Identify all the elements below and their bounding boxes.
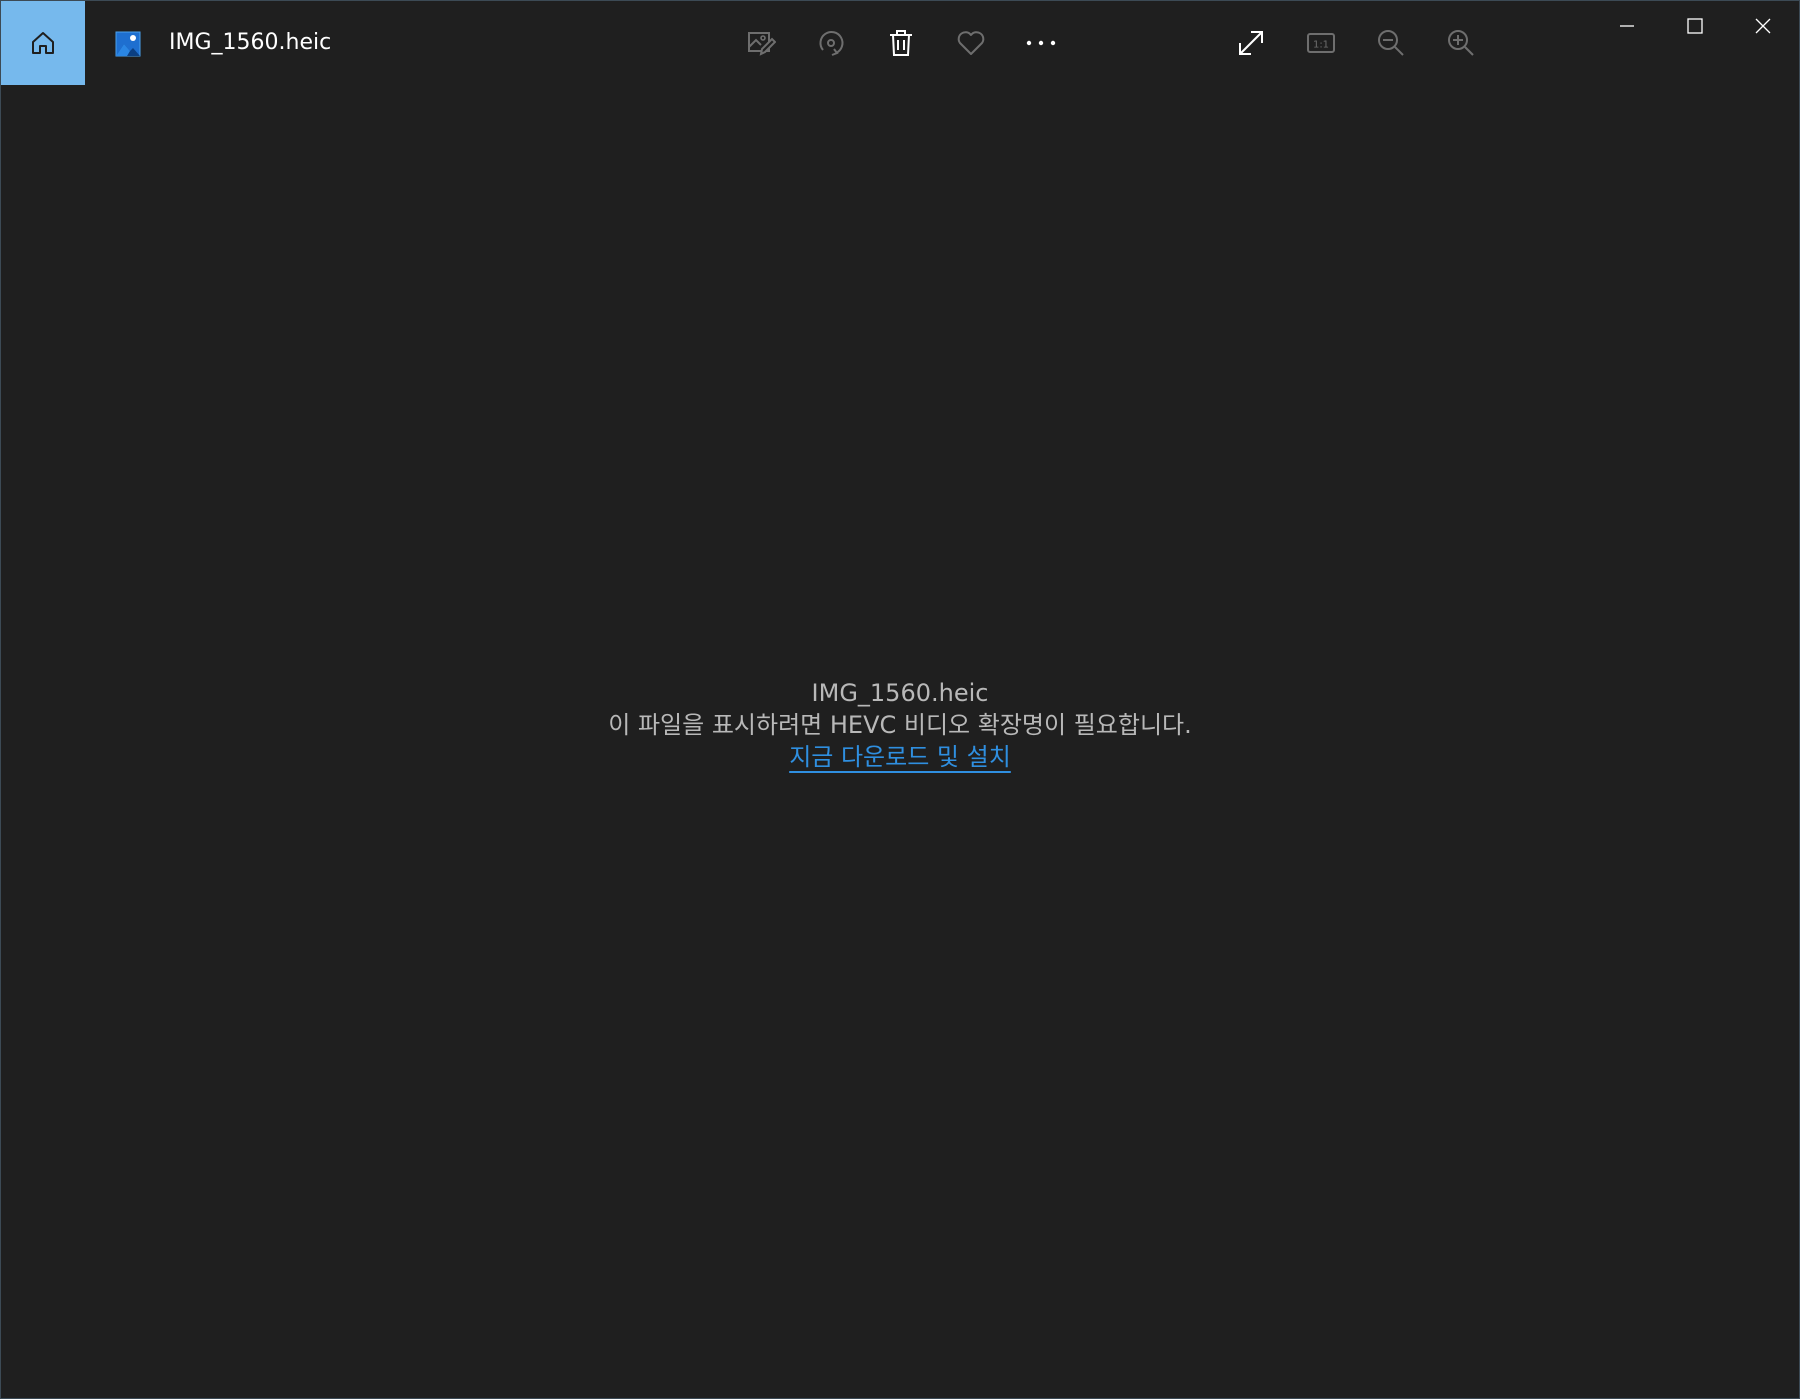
photos-app-icon — [115, 31, 141, 57]
zoom-in-icon — [1448, 30, 1474, 56]
more-dots-icon — [1026, 40, 1056, 46]
download-install-link[interactable]: 지금 다운로드 및 설치 — [789, 741, 1011, 773]
maximize-button[interactable] — [1661, 1, 1729, 51]
heart-icon — [957, 31, 985, 55]
actual-size-icon: 1:1 — [1307, 33, 1335, 53]
zoom-out-button[interactable] — [1367, 19, 1415, 67]
rotate-icon — [819, 30, 844, 56]
edit-image-button[interactable] — [737, 19, 785, 67]
fullscreen-button[interactable] — [1227, 19, 1275, 67]
favorite-button[interactable] — [947, 19, 995, 67]
message-text: 이 파일을 표시하려면 HEVC 비디오 확장명이 필요합니다. — [608, 711, 1192, 739]
actual-size-label: 1:1 — [1313, 40, 1329, 51]
home-button[interactable] — [1, 1, 85, 85]
more-button[interactable] — [1017, 19, 1065, 67]
window-title: IMG_1560.heic — [169, 30, 332, 55]
close-button[interactable] — [1729, 1, 1797, 51]
title-bar: IMG_1560.heic 1:1 — [1, 1, 1799, 85]
maximize-icon — [1687, 18, 1703, 34]
trash-icon — [890, 30, 912, 56]
image-viewer-area: IMG_1560.heic 이 파일을 표시하려면 HEVC 비디오 확장명이 … — [1, 85, 1799, 1398]
missing-codec-message: IMG_1560.heic 이 파일을 표시하려면 HEVC 비디오 확장명이 … — [1, 677, 1799, 776]
actual-size-button[interactable]: 1:1 — [1297, 19, 1345, 67]
message-filename: IMG_1560.heic — [811, 679, 989, 707]
zoom-out-icon — [1378, 30, 1404, 56]
minimize-icon — [1620, 25, 1634, 27]
minimize-button[interactable] — [1593, 1, 1661, 51]
edit-image-icon — [748, 32, 776, 56]
home-icon — [32, 32, 54, 54]
delete-button[interactable] — [877, 19, 925, 67]
zoom-in-button[interactable] — [1437, 19, 1485, 67]
rotate-button[interactable] — [807, 19, 855, 67]
photos-app-window: IMG_1560.heic 1:1 IMG_1560.heic 이 파일을 표시… — [0, 0, 1800, 1399]
expand-icon — [1239, 31, 1263, 55]
close-icon — [1755, 18, 1771, 34]
